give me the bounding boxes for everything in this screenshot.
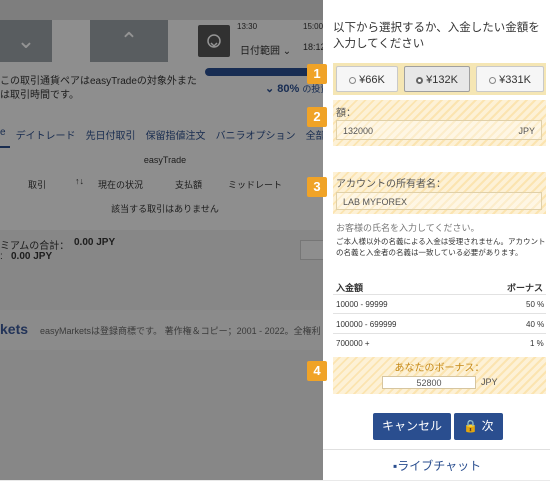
bonus-value-box: 52800 (382, 376, 476, 389)
step-badge-3: 3 (307, 177, 327, 197)
amount-value: 132000 (343, 126, 374, 136)
amount-option-331k[interactable]: ¥331K (476, 66, 544, 92)
bonus-table-col-bonus: ボーナス (507, 283, 544, 293)
bonus-table-col-deposit: 入金額 (336, 283, 364, 293)
amount-currency: JPY (518, 126, 535, 136)
holder-label: アカウントの所有者名： (336, 179, 446, 190)
step-badge-4: 4 (307, 361, 327, 381)
bonus-currency: JPY (481, 377, 498, 387)
radio-icon (349, 76, 357, 84)
radio-icon (489, 76, 497, 84)
next-label: 次 (481, 419, 494, 433)
table-divider (333, 313, 546, 314)
bonus-row-range: 10000 - 99999 (336, 300, 388, 309)
holder-hint: お客様の氏名を入力してください。 (336, 223, 480, 233)
holder-name-input[interactable]: LAB MYFOREX (336, 192, 542, 210)
live-chat-link[interactable]: ▪ライブチャット (393, 457, 481, 474)
next-button[interactable]: 🔒 次 (454, 413, 503, 440)
bonus-row-range: 100000 - 699999 (336, 320, 397, 329)
cancel-button[interactable]: キャンセル (373, 413, 451, 440)
radio-selected-icon (416, 76, 424, 84)
amount-input[interactable]: 132000 JPY (336, 120, 542, 140)
step-badge-2: 2 (307, 107, 327, 127)
bonus-row-pct: 50 % (526, 300, 545, 309)
live-chat-label: ライブチャット (397, 459, 482, 473)
amount-option-label: ¥66K (359, 74, 385, 86)
bonus-row-pct: 40 % (526, 320, 545, 329)
holder-value: LAB MYFOREX (343, 197, 408, 207)
lock-icon: 🔒 (463, 419, 479, 433)
holder-note: ご本人様以外の名義による入金は受理されません。アカウントの名義と入金者の名義は一… (336, 237, 546, 257)
step-badge-1: 1 (307, 64, 327, 84)
amount-label: 額： (336, 108, 356, 119)
table-divider (333, 294, 546, 295)
bonus-row-range: 700000 + (336, 339, 370, 348)
bonus-row-pct: 1 % (530, 339, 544, 348)
deposit-instruction: 以下から選択するか、入金したい金額を入力してください (333, 22, 540, 50)
table-divider (333, 333, 546, 334)
amount-option-132k[interactable]: ¥132K (404, 66, 470, 92)
amount-option-66k[interactable]: ¥66K (336, 66, 398, 92)
bonus-label: あなたのボーナス： (394, 363, 485, 374)
amount-option-label: ¥331K (499, 74, 531, 86)
amount-option-label: ¥132K (426, 74, 458, 86)
